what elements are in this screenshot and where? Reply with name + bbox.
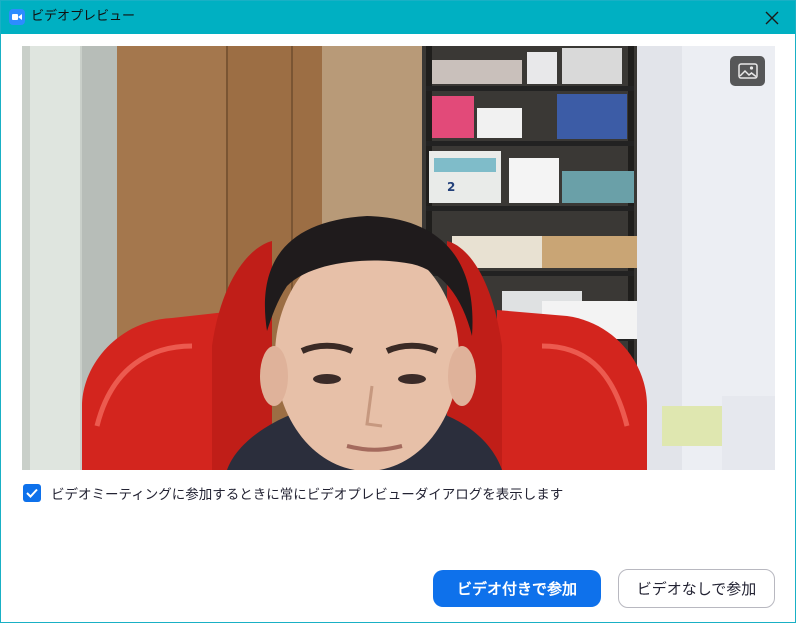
camera-feed-image: 2 [22,46,775,470]
close-icon [765,11,779,25]
join-without-video-button[interactable]: ビデオなしで参加 [618,569,775,608]
close-button[interactable] [749,1,795,34]
always-show-preview-option: ビデオミーティングに参加するときに常にビデオプレビューダイアログを表示します [23,483,563,503]
window-title: ビデオプレビュー [31,9,136,24]
always-show-preview-label: ビデオミーティングに参加するときに常にビデオプレビューダイアログを表示します [51,487,564,503]
join-with-video-button[interactable]: ビデオ付きで参加 [433,570,601,607]
box-label-text: 2 [447,180,455,194]
video-preview-window: ビデオプレビュー 2 ビデオミーティングに参加するときに常にビデオプレビューダイ… [0,0,796,623]
virtual-background-toggle[interactable] [730,56,765,86]
camera-preview: 2 [22,46,775,470]
always-show-preview-checkbox[interactable] [23,484,41,502]
zoom-video-icon [9,9,25,25]
checkmark-icon [26,488,38,498]
image-icon [738,63,758,79]
title-bar: ビデオプレビュー [1,1,795,34]
